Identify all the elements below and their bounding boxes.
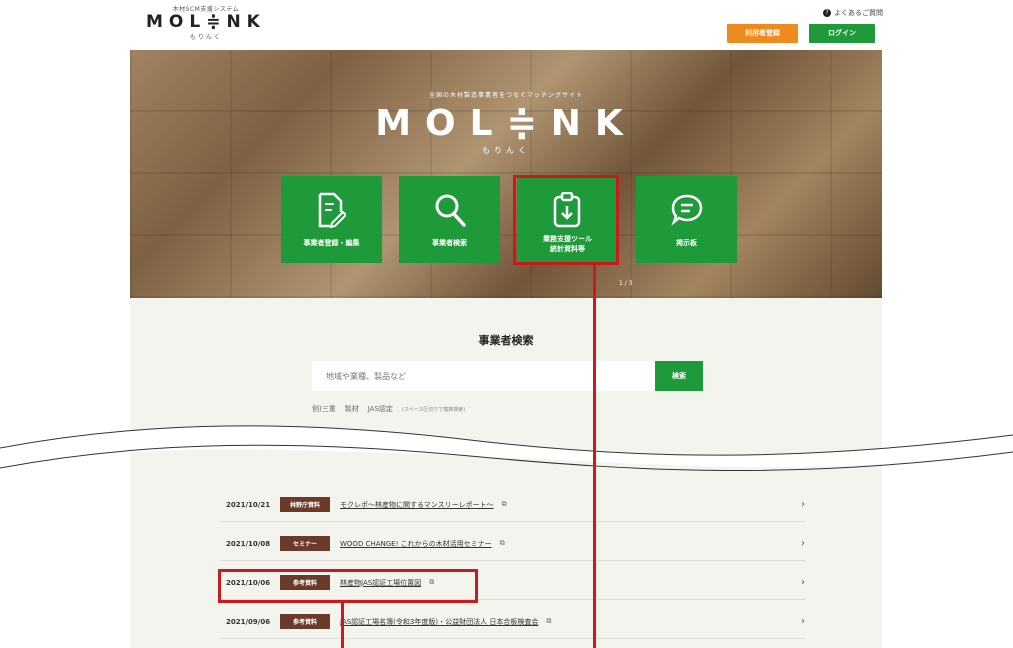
callout-line-jas-map	[341, 603, 344, 648]
news-title-link[interactable]: モクレポ〜林産物に関するマンスリーレポート〜	[340, 500, 494, 510]
login-button[interactable]: ログイン	[809, 24, 875, 43]
faq-link[interactable]: ? よくあるご質問	[823, 8, 883, 18]
external-link-icon: ⧉	[499, 539, 505, 547]
brand-wordmark: MOL≑NK	[146, 12, 266, 32]
brand-kana: もりんく	[189, 34, 222, 41]
search-input[interactable]	[312, 361, 655, 391]
callout-box-jas-map	[218, 569, 478, 603]
external-link-icon: ⧉	[501, 500, 507, 508]
news-category-badge: 参考資料	[280, 614, 330, 629]
hero-tagline: 全国の木材製造事業者をつなぐマッチングサイト	[428, 92, 583, 99]
search-button[interactable]: 検索	[655, 361, 703, 391]
page-break-wave	[0, 425, 1013, 472]
search-icon	[435, 194, 466, 227]
chevron-right-icon: ›	[801, 616, 805, 627]
hero-kana: もりんく	[482, 146, 530, 155]
news-item[interactable]: 2021/10/21 林野庁資料 モクレポ〜林産物に関するマンスリーレポート〜 …	[220, 488, 805, 522]
tile-label: 事業者検索	[432, 239, 467, 247]
chat-bubble-icon	[671, 194, 703, 226]
hero-pager: 1 / 3	[619, 280, 633, 287]
news-title-link[interactable]: JAS認証工場名簿(令和3年度版)・公益財団法人 日本合板検査会	[340, 617, 538, 627]
callout-box-support-tools	[513, 175, 619, 265]
tile-label: 事業者登録・編集	[303, 239, 360, 247]
edit-document-icon	[318, 192, 346, 228]
chevron-right-icon: ›	[801, 538, 805, 549]
callout-line-support-tools	[593, 265, 596, 648]
news-date: 2021/10/21	[226, 500, 271, 509]
faq-label: よくあるご質問	[834, 9, 883, 17]
news-item[interactable]: 2021/09/06 参考資料 JAS認証工場名簿(令和3年度版)・公益財団法人…	[220, 605, 805, 639]
hero-overlay	[130, 50, 882, 298]
news-title-link[interactable]: WOOD CHANGE! これからの木材活用セミナー	[340, 539, 492, 549]
news-item[interactable]: 2021/10/08 セミナー WOOD CHANGE! これからの木材活用セミ…	[220, 527, 805, 561]
news-date: 2021/09/06	[226, 617, 271, 626]
tile-label: 掲示板	[676, 239, 697, 247]
brand-logo[interactable]: 木材SCM支援システム MOL≑NK もりんく	[146, 4, 266, 41]
site-header: 木材SCM支援システム MOL≑NK もりんく ? よくあるご質問 利用者登録 …	[0, 0, 1013, 50]
chevron-right-icon: ›	[801, 499, 805, 510]
tile-business-search[interactable]: 事業者検索	[399, 176, 500, 263]
external-link-icon: ⧉	[546, 617, 552, 625]
tile-business-registration[interactable]: 事業者登録・編集	[281, 176, 382, 263]
hero-logo: MOL≑NK	[375, 103, 637, 144]
chevron-right-icon: ›	[801, 577, 805, 588]
question-icon: ?	[823, 9, 831, 17]
news-date: 2021/10/08	[226, 539, 271, 548]
news-category-badge: 林野庁資料	[280, 497, 330, 512]
register-button[interactable]: 利用者登録	[727, 24, 798, 43]
search-section-title: 事業者検索	[478, 334, 534, 347]
hero-banner: 全国の木材製造事業者をつなぐマッチングサイト MOL≑NK もりんく 事業者登録…	[130, 50, 882, 298]
news-category-badge: セミナー	[280, 536, 330, 551]
tile-bulletin-board[interactable]: 掲示板	[636, 176, 737, 263]
